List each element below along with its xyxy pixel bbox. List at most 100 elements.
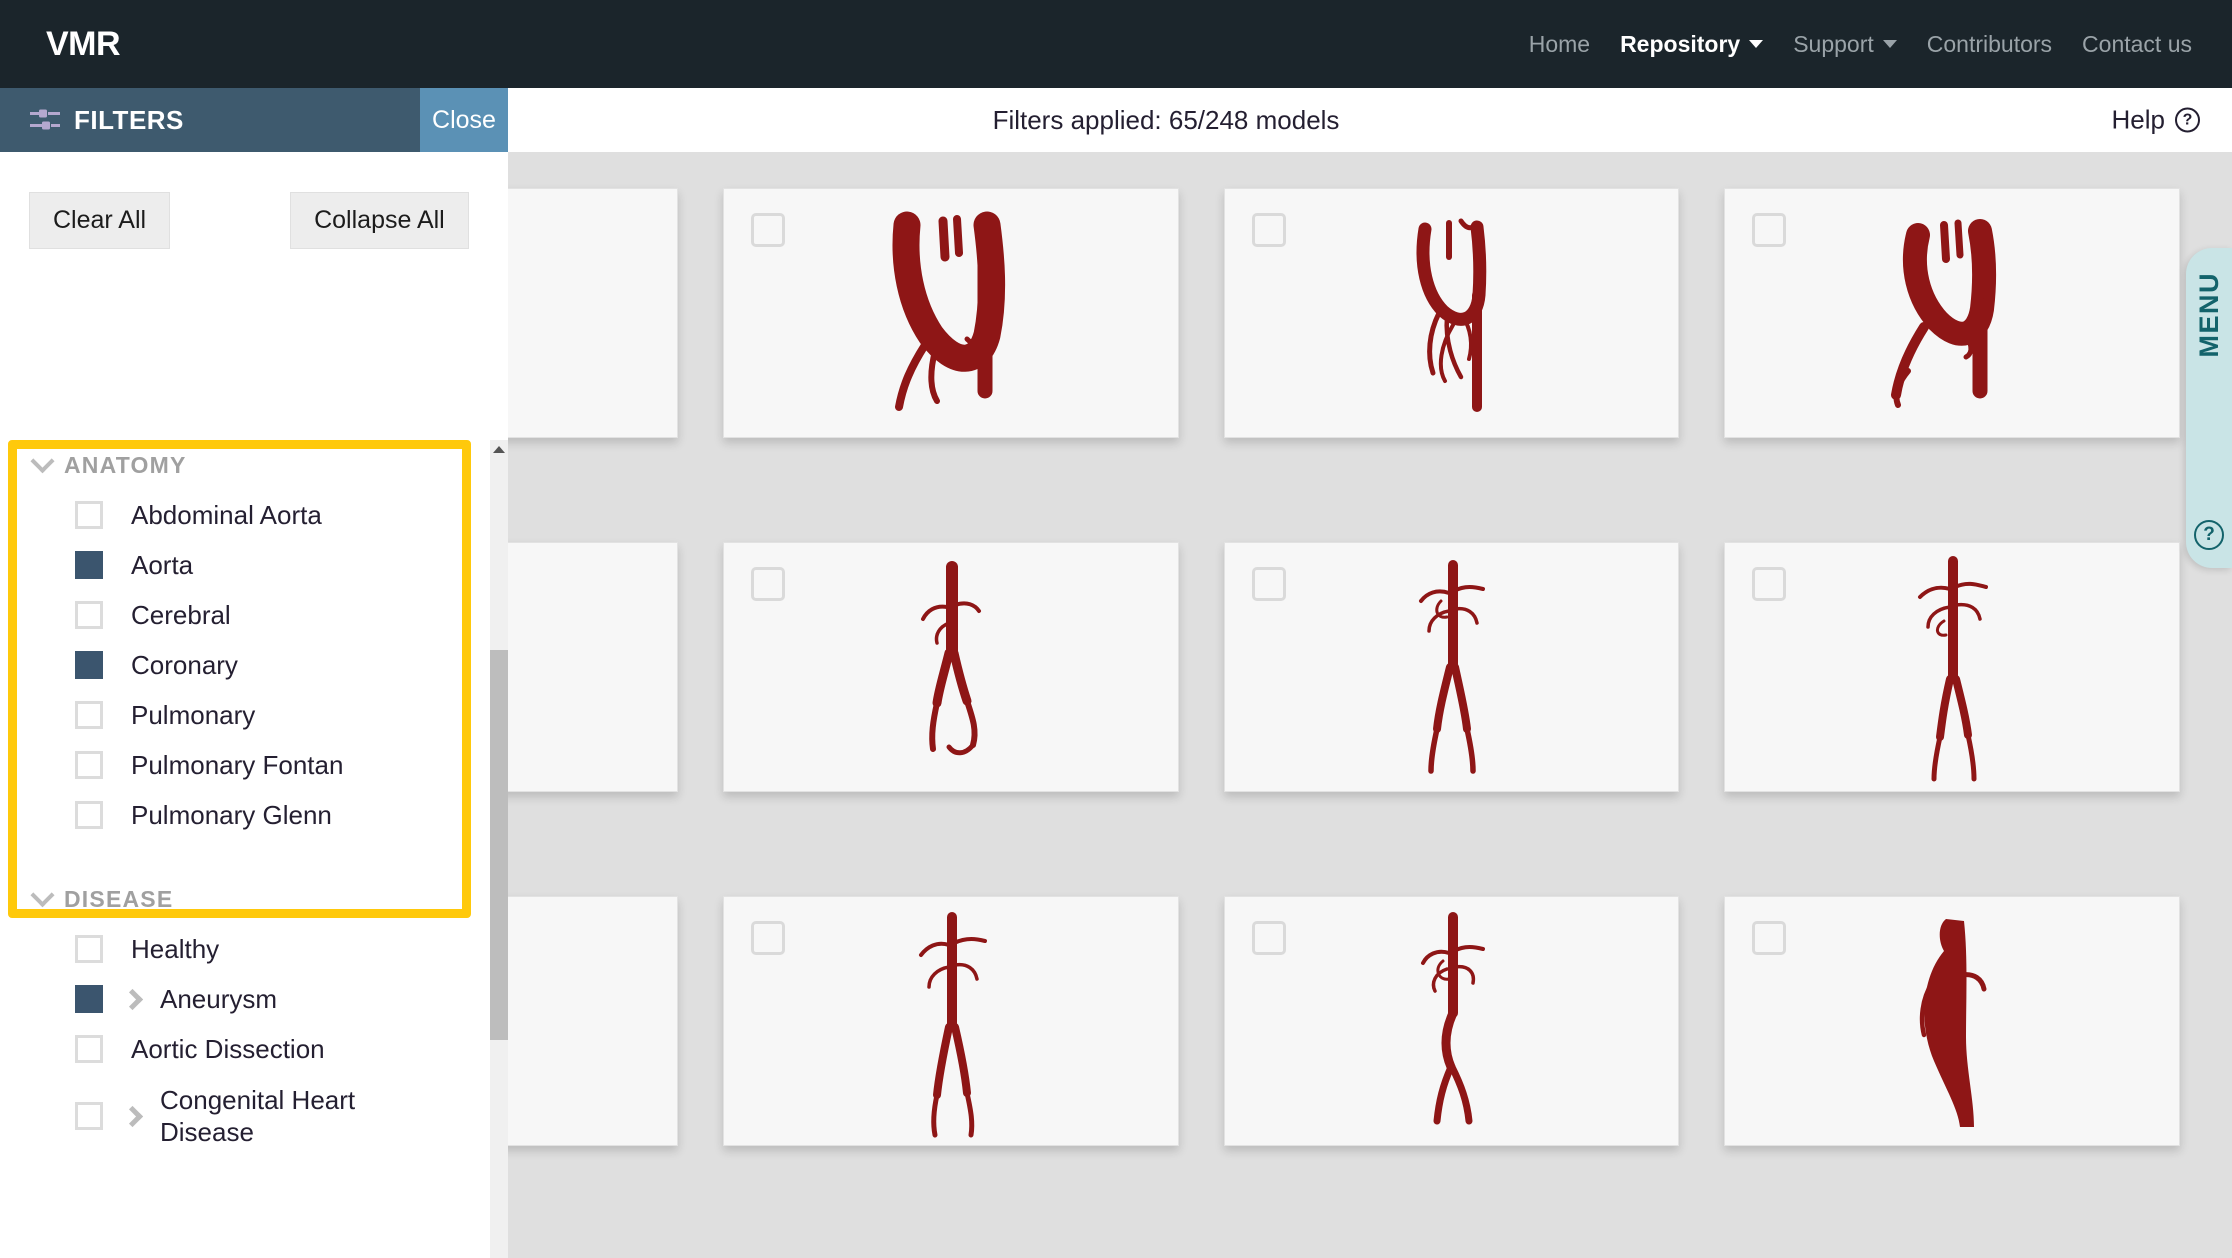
checkbox[interactable]: [75, 985, 103, 1013]
filter-option-aortic-dissection[interactable]: Aortic Dissection: [0, 1024, 490, 1074]
model-card[interactable]: [722, 542, 1179, 792]
question-circle-icon: ?: [2175, 107, 2200, 133]
chevron-down-icon: [30, 882, 55, 907]
vessel-model-thumbnail: [1225, 543, 1679, 791]
vessel-model-thumbnail: [1725, 189, 2179, 437]
filter-option-label: Pulmonary: [131, 699, 256, 730]
nav-link-label: Contributors: [1926, 30, 2053, 57]
nav-link-label: Contact us: [2082, 30, 2192, 57]
checkbox[interactable]: [75, 751, 103, 779]
nav-link-label: Home: [1528, 30, 1591, 57]
chevron-right-icon[interactable]: [121, 1105, 144, 1127]
filter-panel-scrollbar[interactable]: [490, 440, 508, 1258]
filter-option-label: Aneurysm: [160, 983, 278, 1014]
nav-links: Home Repository Support Contributors Contact…: [1529, 31, 2192, 58]
vessel-model-thumbnail: [1225, 189, 1679, 437]
triangle-up-icon: [493, 445, 505, 453]
model-card-checkbox[interactable]: [1251, 213, 1286, 247]
filter-option-aorta[interactable]: Aorta: [0, 540, 490, 590]
checkbox[interactable]: [75, 701, 103, 729]
filter-option-aneurysm[interactable]: Aneurysm: [0, 974, 490, 1024]
model-card[interactable]: [1724, 896, 2180, 1146]
filter-section-title: ANATOMY: [64, 451, 187, 478]
nav-link-contact-us[interactable]: Contact us: [2082, 31, 2192, 58]
filter-option-label: Pulmonary Glenn: [131, 799, 332, 830]
scrollbar-thumb[interactable]: [490, 650, 508, 1040]
help-link[interactable]: Help ?: [2112, 105, 2200, 136]
checkbox[interactable]: [75, 1102, 103, 1130]
brand-logo[interactable]: VMR: [46, 25, 121, 64]
side-menu-question-circle-icon[interactable]: ?: [2194, 520, 2224, 550]
model-card[interactable]: [1724, 188, 2180, 438]
model-card[interactable]: [722, 896, 1179, 1146]
model-card-checkbox[interactable]: [750, 213, 785, 247]
filter-sections-list: ANATOMY Abdominal Aorta Aorta Cerebral Coron…: [0, 440, 490, 1258]
filter-option-label: Abdominal Aorta: [131, 499, 322, 530]
filter-option-label: Healthy: [131, 933, 220, 964]
filter-option-label: Coronary: [131, 649, 238, 680]
checkbox[interactable]: [75, 651, 103, 679]
results-header-bar: Filters applied: 65/248 models Help ?: [508, 88, 2232, 152]
vessel-model-thumbnail: [1725, 897, 2179, 1145]
nav-link-label: Support: [1793, 30, 1874, 57]
model-card[interactable]: [1223, 188, 1680, 438]
filter-option-pulmonary[interactable]: Pulmonary: [0, 690, 490, 740]
filter-option-congenital-heart-disease[interactable]: Congenital Heart Disease: [0, 1074, 490, 1158]
checkbox[interactable]: [75, 801, 103, 829]
vessel-model-thumbnail: [724, 543, 1178, 791]
nav-link-repository[interactable]: Repository: [1620, 31, 1764, 58]
filter-option-pulmonary-fontan[interactable]: Pulmonary Fontan: [0, 740, 490, 790]
filter-section-header-anatomy[interactable]: ANATOMY: [0, 440, 490, 490]
model-card-checkbox[interactable]: [1752, 921, 1787, 955]
checkbox[interactable]: [75, 501, 103, 529]
filter-panel-buttons: Clear All Collapse All: [0, 189, 508, 251]
model-card[interactable]: [1223, 896, 1680, 1146]
chevron-down-icon: [30, 448, 55, 473]
model-card[interactable]: [1223, 542, 1680, 792]
chevron-down-icon: [1749, 40, 1764, 48]
chevron-right-icon[interactable]: [121, 988, 144, 1010]
collapse-all-button[interactable]: Collapse All: [290, 191, 469, 249]
vessel-model-thumbnail: [724, 189, 1178, 437]
clear-all-button[interactable]: Clear All: [29, 191, 171, 249]
model-card-checkbox[interactable]: [1752, 213, 1787, 247]
model-card-checkbox[interactable]: [750, 921, 785, 955]
filter-option-label: Aorta: [131, 549, 194, 580]
model-card-checkbox[interactable]: [1251, 567, 1286, 601]
side-menu-tab[interactable]: MENU ?: [2186, 248, 2232, 568]
checkbox[interactable]: [75, 551, 103, 579]
filter-option-label: Congenital Heart Disease: [160, 1084, 356, 1148]
filter-option-label: Pulmonary Fontan: [131, 749, 344, 780]
filter-option-cerebral[interactable]: Cerebral: [0, 590, 490, 640]
model-card[interactable]: [722, 188, 1179, 438]
model-card-checkbox[interactable]: [750, 567, 785, 601]
filter-section-header-disease[interactable]: DISEASE: [0, 874, 490, 924]
nav-link-home[interactable]: Home: [1529, 31, 1590, 58]
model-card-checkbox[interactable]: [1251, 921, 1286, 955]
help-label: Help: [2111, 104, 2165, 135]
scrollbar-up-arrow[interactable]: [490, 440, 508, 458]
vessel-model-thumbnail: [724, 897, 1178, 1145]
filter-section-title: DISEASE: [64, 885, 174, 912]
filter-option-pulmonary-glenn[interactable]: Pulmonary Glenn: [0, 790, 490, 840]
checkbox[interactable]: [75, 1035, 103, 1063]
model-card[interactable]: [1724, 542, 2180, 792]
filters-applied-status: Filters applied: 65/248 models: [992, 104, 1340, 135]
filter-option-abdominal-aorta[interactable]: Abdominal Aorta: [0, 490, 490, 540]
nav-link-contributors[interactable]: Contributors: [1927, 31, 2052, 58]
nav-link-support[interactable]: Support: [1793, 31, 1897, 58]
filter-option-label: Cerebral: [131, 599, 231, 630]
checkbox[interactable]: [75, 935, 103, 963]
model-card-checkbox[interactable]: [1752, 567, 1787, 601]
sliders-icon: [30, 109, 60, 130]
filter-option-coronary[interactable]: Coronary: [0, 640, 490, 690]
chevron-down-icon: [1882, 40, 1897, 48]
side-menu-label: MENU: [2193, 272, 2224, 358]
filter-option-healthy[interactable]: Healthy: [0, 924, 490, 974]
vessel-model-thumbnail: [1225, 897, 1679, 1145]
filter-option-label: Aortic Dissection: [131, 1033, 325, 1064]
filter-panel: Clear All Collapse All ANATOMY Abdominal …: [0, 152, 508, 1258]
top-navbar: VMR Home Repository Support Contributors Con…: [0, 0, 2232, 88]
checkbox[interactable]: [75, 601, 103, 629]
